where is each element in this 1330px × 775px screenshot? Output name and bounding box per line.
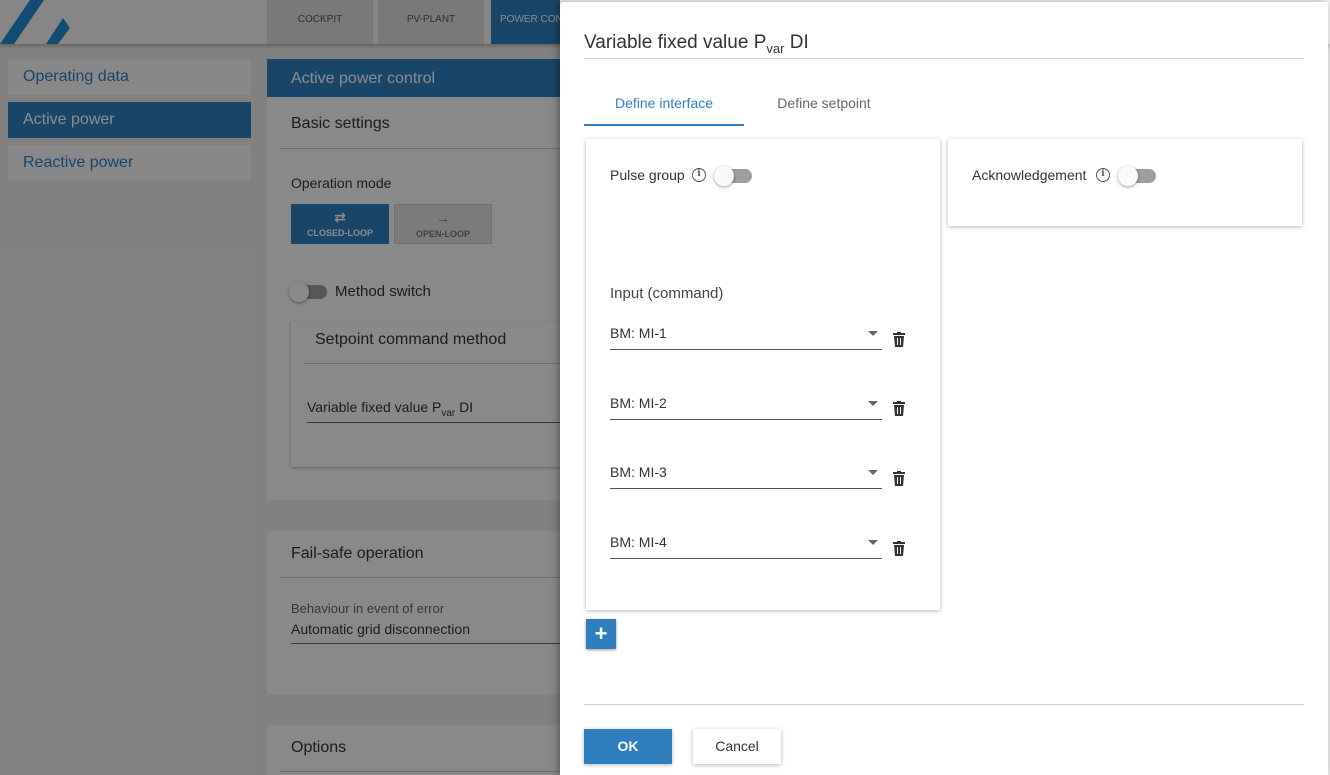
ok-button[interactable]: OK xyxy=(584,729,672,764)
tab-define-interface[interactable]: Define interface xyxy=(584,86,744,126)
pulse-group-toggle[interactable] xyxy=(714,166,752,186)
pulse-group-label: Pulse group xyxy=(610,167,685,183)
trash-icon[interactable] xyxy=(893,401,905,416)
input-select-4[interactable]: BM: MI-4 xyxy=(610,527,882,559)
tab-define-setpoint[interactable]: Define setpoint xyxy=(744,86,904,126)
toggle-knob xyxy=(1118,166,1138,186)
variable-fixed-value-dialog: Variable fixed value Pvar DI Define inte… xyxy=(560,2,1328,775)
trash-icon[interactable] xyxy=(893,471,905,486)
acknowledgement-card: Acknowledgement i xyxy=(948,139,1302,226)
toggle-knob xyxy=(714,166,734,186)
acknowledgement-label: Acknowledgement xyxy=(972,167,1087,183)
chevron-down-icon xyxy=(868,401,878,406)
divider xyxy=(584,58,1304,59)
add-input-button[interactable]: + xyxy=(586,619,616,649)
divider xyxy=(584,704,1304,705)
dialog-title-text: Variable fixed value P xyxy=(584,32,767,53)
trash-icon[interactable] xyxy=(893,332,905,347)
input-select-value: BM: MI-4 xyxy=(610,534,667,550)
input-select-2[interactable]: BM: MI-2 xyxy=(610,388,882,420)
input-command-label: Input (command) xyxy=(610,285,724,302)
chevron-down-icon xyxy=(868,470,878,475)
info-icon[interactable]: i xyxy=(1096,168,1110,182)
info-icon[interactable]: i xyxy=(692,168,706,182)
dialog-title-suffix: DI xyxy=(784,32,809,53)
trash-icon[interactable] xyxy=(893,541,905,556)
acknowledgement-toggle[interactable] xyxy=(1118,166,1156,186)
input-select-1[interactable]: BM: MI-1 xyxy=(610,318,882,350)
input-select-3[interactable]: BM: MI-3 xyxy=(610,457,882,489)
cancel-button[interactable]: Cancel xyxy=(693,729,781,764)
input-select-value: BM: MI-2 xyxy=(610,395,667,411)
chevron-down-icon xyxy=(868,540,878,545)
interface-card: Pulse group i Input (command) BM: MI-1 B… xyxy=(586,139,940,610)
modal-backdrop[interactable] xyxy=(0,0,560,775)
input-select-value: BM: MI-3 xyxy=(610,464,667,480)
dialog-title-subscript: var xyxy=(766,40,785,56)
dialog-title: Variable fixed value Pvar DI xyxy=(584,32,809,56)
input-select-value: BM: MI-1 xyxy=(610,325,667,341)
chevron-down-icon xyxy=(868,331,878,336)
